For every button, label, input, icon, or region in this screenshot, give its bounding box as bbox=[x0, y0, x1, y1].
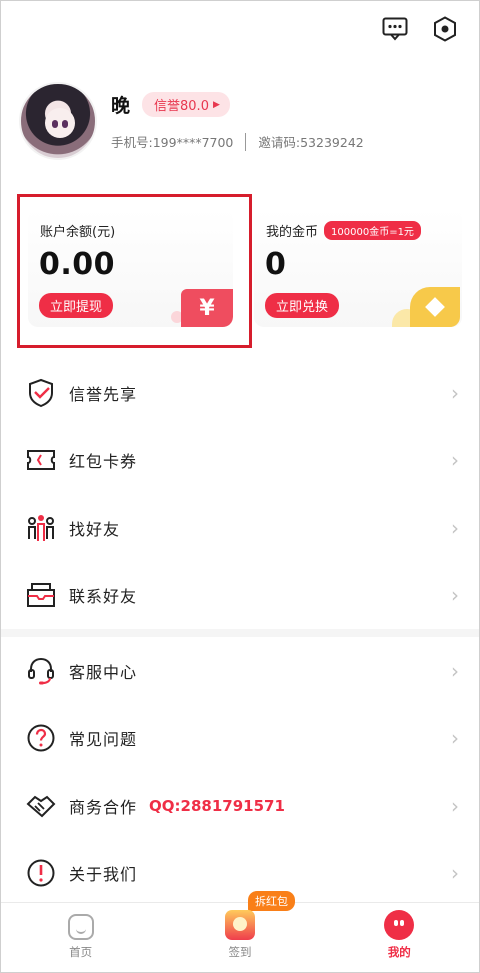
mine-icon bbox=[384, 910, 415, 940]
menu-label: 信誉先享 bbox=[69, 384, 138, 404]
menu-list: 信誉先享 › 红包卡券 › 找好友 › 联系好友 › 客服中心 › 常见问题 ›… bbox=[1, 359, 479, 907]
balance-value: 0.00 bbox=[39, 247, 116, 282]
people-icon bbox=[25, 512, 57, 544]
coins-label: 我的金币 bbox=[266, 225, 319, 240]
menu-item-credit-first[interactable]: 信誉先享 › bbox=[1, 359, 479, 427]
tab-signin[interactable]: 拆红包 签到 bbox=[160, 891, 319, 972]
credit-badge[interactable]: 信誉80.0 ▶ bbox=[142, 92, 230, 117]
chevron-right-icon: › bbox=[451, 658, 459, 683]
balance-label: 账户余额(元) bbox=[40, 225, 116, 240]
menu-label: 红包卡券 bbox=[69, 452, 138, 472]
menu-label: 常见问题 bbox=[69, 730, 138, 750]
menu-label: 商务合作 bbox=[69, 797, 138, 817]
coins-value: 0 bbox=[265, 247, 287, 282]
red-packet-badge: 拆红包 bbox=[247, 891, 295, 911]
balance-card[interactable]: 账户余额(元) 0.00 立即提现 ¥ bbox=[28, 209, 233, 327]
profile-info: 晚 信誉80.0 ▶ 手机号:199****7700 邀请码:53239242 bbox=[111, 91, 364, 151]
chevron-right-icon: › bbox=[451, 515, 459, 540]
user-name: 晚 bbox=[111, 95, 131, 117]
home-icon bbox=[67, 914, 94, 940]
menu-label: 找好友 bbox=[69, 519, 121, 539]
menu-item-find-friends[interactable]: 找好友 › bbox=[1, 494, 479, 562]
tab-home-label: 首页 bbox=[69, 945, 93, 959]
menu-label: 客服中心 bbox=[69, 662, 138, 682]
coins-card[interactable]: 我的金币 100000金币=1元 0 立即兑换 bbox=[254, 209, 462, 327]
divider bbox=[245, 132, 247, 151]
exchange-button[interactable]: 立即兑换 bbox=[265, 293, 340, 318]
menu-item-customer-service[interactable]: 客服中心 › bbox=[1, 637, 479, 705]
yuan-icon: ¥ bbox=[181, 289, 233, 327]
coin-icon bbox=[410, 287, 460, 327]
menu-item-coupons[interactable]: 红包卡券 › bbox=[1, 427, 479, 495]
menu-item-business[interactable]: 商务合作 QQ:2881791571 › bbox=[1, 772, 479, 840]
tab-mine-label: 我的 bbox=[387, 945, 411, 959]
handshake-icon bbox=[25, 790, 57, 822]
profile-section: 晚 信誉80.0 ▶ 手机号:199****7700 邀请码:53239242 bbox=[19, 81, 461, 161]
wallet-cards: 账户余额(元) 0.00 立即提现 ¥ 我的金币 100000金币=1元 0 立… bbox=[28, 209, 462, 327]
chevron-right-icon: › bbox=[451, 380, 459, 405]
sign-in-icon bbox=[224, 910, 255, 940]
credit-badge-label: 信誉80.0 bbox=[154, 99, 209, 114]
settings-icon[interactable] bbox=[431, 15, 459, 43]
coin-rate-badge: 100000金币=1元 bbox=[324, 221, 421, 240]
withdraw-button[interactable]: 立即提现 bbox=[39, 293, 114, 318]
top-bar bbox=[381, 15, 459, 43]
chevron-right-icon: › bbox=[451, 448, 459, 473]
section-divider bbox=[1, 629, 479, 637]
menu-item-about-us[interactable]: 关于我们 › bbox=[1, 840, 479, 908]
phone-number: 手机号:199****7700 bbox=[111, 135, 234, 150]
chevron-right-icon: › bbox=[451, 583, 459, 608]
coins-label-row: 我的金币 100000金币=1元 bbox=[266, 221, 421, 240]
menu-item-faq[interactable]: 常见问题 › bbox=[1, 705, 479, 773]
invite-code: 邀请码:53239242 bbox=[258, 135, 364, 150]
menu-label: 关于我们 bbox=[69, 865, 138, 885]
info-icon bbox=[25, 857, 57, 889]
tab-home[interactable]: 首页 bbox=[1, 903, 160, 972]
play-arrow-icon: ▶ bbox=[212, 99, 220, 110]
ticket-icon bbox=[25, 444, 57, 476]
shield-check-icon bbox=[25, 377, 57, 409]
message-icon[interactable] bbox=[381, 15, 409, 43]
bottom-tab-bar: 首页 拆红包 签到 我的 bbox=[1, 891, 479, 972]
headset-icon bbox=[25, 655, 57, 687]
chevron-right-icon: › bbox=[451, 726, 459, 751]
chevron-right-icon: › bbox=[451, 861, 459, 886]
menu-item-contact-friends[interactable]: 联系好友 › bbox=[1, 562, 479, 630]
tab-signin-label: 签到 bbox=[228, 945, 252, 959]
tab-mine[interactable]: 我的 bbox=[320, 903, 479, 972]
qq-contact[interactable]: QQ:2881791571 bbox=[149, 797, 285, 815]
menu-label: 联系好友 bbox=[69, 587, 138, 607]
mail-icon bbox=[25, 579, 57, 611]
question-icon bbox=[25, 722, 57, 754]
chevron-right-icon: › bbox=[451, 793, 459, 818]
avatar[interactable] bbox=[19, 82, 97, 160]
